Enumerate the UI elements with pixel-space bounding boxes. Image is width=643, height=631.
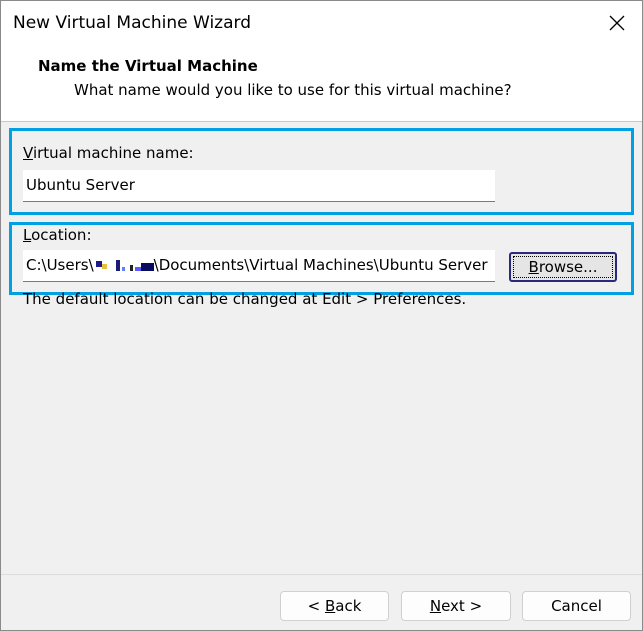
next-button[interactable]: Next > [401,591,511,621]
back-button[interactable]: < Back [280,591,389,621]
title-bar: New Virtual Machine Wizard [1,1,642,45]
browse-accel: B [528,258,539,276]
back-prefix: < [307,597,325,615]
page-title: Name the Virtual Machine [38,57,258,75]
wizard-header: Name the Virtual Machine What name would… [1,45,642,122]
window-title: New Virtual Machine Wizard [13,13,251,33]
browse-label: rowse... [538,258,598,276]
back-label: ack [335,597,362,615]
next-accel: N [429,597,442,615]
vm-name-label-text: irtual machine name: [32,144,194,162]
page-subtitle: What name would you like to use for this… [74,81,512,99]
next-label: ext > [441,597,483,615]
cancel-button[interactable]: Cancel [522,591,631,621]
location-path-suffix: \Documents\Virtual Machines\Ubuntu Serve… [153,256,488,274]
location-input[interactable]: C:\Users\ \Documents\Virtual Machines\Ubu… [23,250,495,282]
wizard-window: New Virtual Machine Wizard Name the Virt… [0,0,643,631]
redacted-username [94,258,154,272]
location-label: Location: [23,226,92,244]
vm-name-label-accel: V [23,144,33,162]
location-label-text: ocation: [31,226,92,244]
location-hint: The default location can be changed at E… [23,290,467,308]
browse-button[interactable]: Browse... [509,252,617,282]
location-path-prefix: C:\Users\ [26,256,94,274]
vm-name-label: Virtual machine name: [23,144,194,162]
close-button[interactable] [592,1,642,45]
vm-name-input[interactable]: Ubuntu Server [23,170,495,202]
footer-divider [1,574,642,575]
location-label-accel: L [23,226,32,244]
back-accel: B [324,597,336,615]
close-icon [609,15,625,31]
